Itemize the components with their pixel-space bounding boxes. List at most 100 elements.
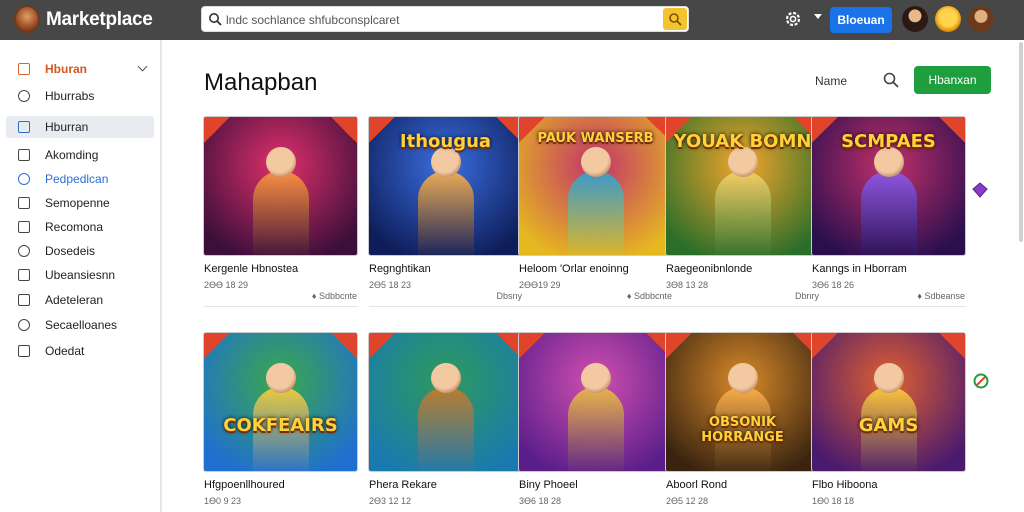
game-meta: 2Ө3 12 12 [369,496,412,506]
game-thumbnail[interactable]: COKFEAIRS [203,332,358,472]
sidebar-item[interactable]: Ubeansiesnn [6,264,154,286]
logo-icon[interactable] [14,5,40,33]
gem-icon[interactable] [972,182,988,198]
character-head [580,147,611,177]
character-art [252,171,309,255]
game-card[interactable]: SCMPAES Kanngs in Hborram 3Ө6 18 26 ♦ Sdbea… [811,116,967,316]
sidebar-item-label: Recomona [45,220,104,234]
sidebar-item-icon [18,294,30,306]
game-logo-text: COKFEAIRS [223,415,338,436]
sidebar-item-label: Hburan [45,62,87,76]
game-thumbnail[interactable]: OBSONIK HORRANGE [665,332,820,472]
game-title[interactable]: Aboorl Rond [666,479,727,491]
corner-badge [666,333,692,359]
game-card[interactable]: COKFEAIRS Hfgpoenllhoured 1Ө0 9 23 [203,332,359,512]
corner-badge [939,333,965,359]
sidebar-item[interactable]: Recomona [6,216,154,238]
sidebar-item[interactable]: Hburrabs [6,85,154,107]
game-thumbnail[interactable]: GAMS [811,332,966,472]
top-bar: Marketplace Bloeuan [0,0,1024,40]
character-art [714,171,771,255]
sidebar-item[interactable]: Hburran [6,116,154,138]
search-icon[interactable] [882,71,900,89]
character-head [430,363,461,393]
game-meta: 3Ө8 13 28 [666,280,709,290]
game-thumbnail[interactable] [518,332,673,472]
game-card[interactable]: Ithougua Regnghtikan 2Ө5 18 23 Dbsny [368,116,524,316]
game-title[interactable]: Hfgpoenllhoured [204,479,285,491]
sidebar-item[interactable]: Adeteleran [6,289,154,311]
corner-badge [331,117,357,143]
avatar[interactable] [902,6,928,32]
sidebar-item-icon [18,319,30,331]
sidebar-item-label: Pedpedlcan [45,172,109,186]
sidebar-item[interactable]: Akomding [6,144,154,166]
game-thumbnail[interactable]: PAUK WANSERB [518,116,673,256]
search-button[interactable] [663,8,687,30]
corner-badge [204,333,230,359]
corner-badge [519,333,545,359]
corner-badge [519,117,545,143]
game-title[interactable]: Raegeonibnlonde [666,263,752,275]
game-title[interactable]: Regnghtikan [369,263,431,275]
corner-badge [939,117,965,143]
character-art [567,171,624,255]
chevron-down-icon[interactable] [137,61,148,72]
game-thumbnail[interactable]: SCMPAES [811,116,966,256]
sidebar-item[interactable]: Pedpedlcan [6,168,154,190]
game-meta: 2ӨӨ 18 29 [204,280,249,290]
sidebar-item[interactable]: Secaelloanes [6,314,154,336]
notification-avatar[interactable] [935,6,961,32]
sidebar-item[interactable]: Odedat [6,340,154,362]
game-card[interactable]: Kergenle Hbnostea 2ӨӨ 18 29 ♦ Sdbbcnte [203,116,359,316]
sidebar-item[interactable]: Dosedeis [6,240,154,262]
game-title[interactable]: Kergenle Hbnostea [204,263,298,275]
character-art [417,171,474,255]
user-avatar[interactable] [968,6,994,32]
game-thumbnail[interactable]: YOUAK BOMN [665,116,820,256]
game-logo-text: OBSONIK HORRANGE [701,415,784,445]
sort-dropdown[interactable]: Name [815,74,847,88]
sidebar-item-label: Dosedeis [45,244,96,258]
scrollbar[interactable] [1019,42,1023,242]
game-meta: 1Ө0 18 18 [812,496,855,506]
game-thumbnail[interactable] [203,116,358,256]
game-title[interactable]: Biny Phoeel [519,479,578,491]
game-card[interactable]: OBSONIK HORRANGE Aboorl Rond 2Ө5 12 28 [665,332,821,512]
gear-icon[interactable] [784,10,802,28]
character-head [873,363,904,393]
sidebar-item-icon [18,197,30,209]
sidebar-item-icon [18,90,30,102]
sidebar-item-icon [18,269,30,281]
sidebar-item-label: Akomding [45,148,99,162]
game-title[interactable]: Heloom 'Orlar enoinng [519,263,629,275]
game-card[interactable]: PAUK WANSERB Heloom 'Orlar enoinng 2ӨӨ19 2… [518,116,674,316]
corner-badge [666,117,692,143]
chevron-down-icon[interactable] [814,14,822,19]
corner-badge [331,333,357,359]
game-title[interactable]: Kanngs in Hborram [812,263,907,275]
game-card[interactable]: GAMS Flbo Hiboona 1Ө0 18 18 [811,332,967,512]
check-icon[interactable] [973,373,989,389]
game-title[interactable]: Flbo Hiboona [812,479,877,491]
sidebar-item[interactable]: Hburan [6,58,154,80]
game-card[interactable]: YOUAK BOMN Raegeonibnlonde 3Ө8 13 28 Dbnry [665,116,821,316]
game-thumbnail[interactable]: Ithougua [368,116,523,256]
sidebar-item-label: Secaelloanes [45,318,118,332]
page-title: Mahapban [204,69,318,96]
divider [812,306,966,307]
sidebar-item[interactable]: Semopenne [6,192,154,214]
corner-badge [369,117,395,143]
game-thumbnail[interactable] [368,332,523,472]
game-meta: 2Ө5 12 28 [666,496,709,506]
primary-action-button[interactable]: Hbanxan [914,66,991,94]
game-card[interactable]: Phera Rekare 2Ө3 12 12 [368,332,524,512]
game-meta: 3Ө6 18 26 [812,280,855,290]
game-card[interactable]: Biny Phoeel 3Ө6 18 28 [518,332,674,512]
search-input[interactable] [226,11,656,29]
game-title[interactable]: Phera Rekare [369,479,437,491]
search-icon [669,13,682,26]
game-tag: ♦ Sdbeanse [917,291,965,301]
top-action-button[interactable]: Bloeuan [830,7,892,33]
sidebar-item-icon [18,345,30,357]
